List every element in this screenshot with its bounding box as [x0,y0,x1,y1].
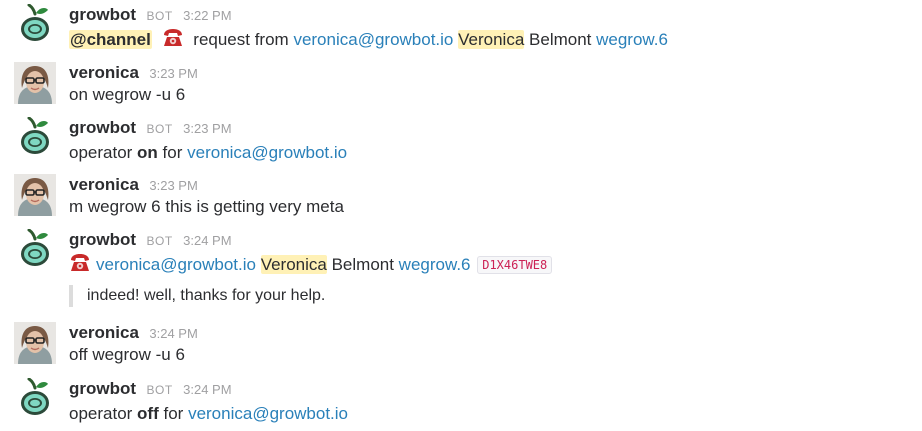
message-header: veronica 3:23 PM [69,174,198,196]
message-body: m wegrow 6 this is getting very meta [69,197,344,216]
telephone-icon [69,253,91,273]
growbot-avatar-icon[interactable] [14,229,56,271]
message-text: request from [188,30,294,49]
timestamp[interactable]: 3:22 PM [183,8,231,23]
veronica-avatar-icon[interactable] [14,174,56,216]
message-header: growbot BOT 3:24 PM [69,378,232,400]
author-name[interactable]: growbot [69,5,136,24]
bot-badge: BOT [146,234,173,248]
timestamp[interactable]: 3:24 PM [183,233,231,248]
timestamp[interactable]: 3:24 PM [149,326,197,341]
veronica-avatar-icon[interactable] [14,322,56,364]
message-header: growbot BOT 3:24 PM [69,229,232,251]
message-text: Belmont [326,255,399,274]
message-text: operator [69,404,138,423]
email-link[interactable]: veronica@growbot.io [96,255,256,274]
message-text: for [158,404,189,423]
channel-id-code: D1X46TWE8 [477,256,553,274]
growbot-avatar-icon[interactable] [14,378,56,420]
message-header: growbot BOT 3:22 PM [69,4,232,26]
message-body: @channel request from veronica@growbot.i… [69,28,668,52]
email-link[interactable]: veronica@growbot.io [187,143,347,162]
message-body: operator on for veronica@growbot.io [69,141,347,165]
bot-badge: BOT [146,383,173,397]
message-body: on wegrow -u 6 [69,85,186,104]
email-link[interactable]: veronica@growbot.io [293,30,453,49]
timestamp[interactable]: 3:23 PM [149,66,197,81]
channel-mention[interactable]: @channel [69,30,152,49]
veronica-avatar-icon[interactable] [14,62,56,104]
growbot-avatar-icon[interactable] [14,117,56,159]
message-body: operator off for veronica@growbot.io [69,402,348,426]
author-name[interactable]: veronica [69,323,139,342]
timestamp[interactable]: 3:23 PM [183,121,231,136]
timestamp[interactable]: 3:23 PM [149,178,197,193]
quoted-reply: indeed! well, thanks for your help. [69,285,325,307]
bot-badge: BOT [146,122,173,136]
message-header: veronica 3:23 PM [69,62,198,84]
team-link[interactable]: wegrow.6 [596,30,668,49]
message-body: veronica@growbot.io Veronica Belmont weg… [69,253,553,278]
author-name[interactable]: veronica [69,63,139,82]
author-name[interactable]: veronica [69,175,139,194]
timestamp[interactable]: 3:24 PM [183,382,231,397]
message-body: off wegrow -u 6 [69,345,185,364]
growbot-avatar-icon[interactable] [14,4,56,46]
bot-badge: BOT [146,9,173,23]
author-name[interactable]: growbot [69,118,136,137]
name-highlight: Veronica [458,30,525,49]
author-name[interactable]: growbot [69,379,136,398]
name-highlight: Veronica [260,255,327,274]
message-header: growbot BOT 3:23 PM [69,117,232,139]
author-name[interactable]: growbot [69,230,136,249]
message-header: veronica 3:24 PM [69,322,198,344]
message-text: Belmont [524,30,597,49]
message-text: for [157,143,188,162]
team-link[interactable]: wegrow.6 [399,255,471,274]
operator-state: off [137,404,159,423]
telephone-icon [162,28,184,48]
email-link[interactable]: veronica@growbot.io [188,404,348,423]
message-text: operator [69,143,138,162]
operator-state: on [137,143,158,162]
